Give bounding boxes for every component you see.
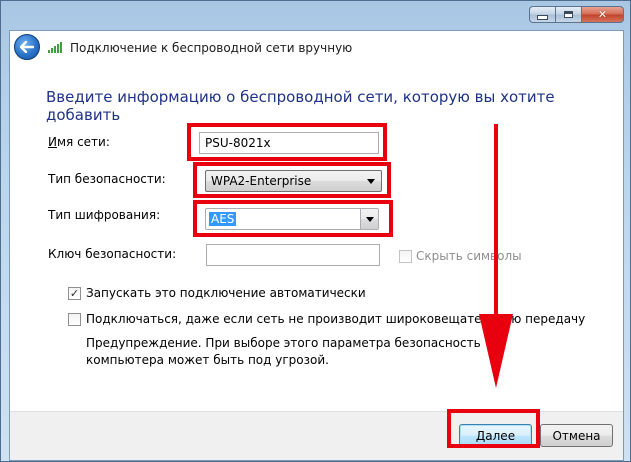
close-icon: ✕	[597, 8, 608, 21]
maximize-icon	[564, 11, 573, 18]
checkmark-icon: ✓	[69, 286, 80, 300]
dialog-client: Подключение к беспроводной сети вручную …	[9, 30, 624, 461]
maximize-button[interactable]	[555, 6, 581, 23]
annotation-arrow-line	[494, 124, 498, 336]
dialog-header: Подключение к беспроводной сети вручную	[10, 31, 623, 65]
auto-connect-checkbox[interactable]: ✓	[68, 287, 81, 300]
cancel-button[interactable]: Отмена	[540, 424, 613, 447]
security-type-label: Тип безопасности:	[48, 172, 166, 186]
hide-characters-label: Скрыть символы	[416, 249, 522, 263]
network-name-label: Имя сети:	[48, 135, 110, 149]
encryption-type-label: Тип шифрования:	[48, 208, 161, 222]
window-frame: ✕ Подключение к беспроводной сети вручну…	[0, 0, 631, 462]
security-key-input[interactable]	[206, 244, 380, 266]
caption-buttons: ✕	[529, 6, 624, 23]
annotation-arrow-head	[479, 314, 513, 388]
window-title: Подключение к беспроводной сети вручную	[70, 41, 353, 55]
page-heading: Введите информацию о беспроводной сети, …	[46, 88, 555, 124]
minimize-button[interactable]	[529, 6, 555, 23]
close-button[interactable]: ✕	[581, 6, 624, 23]
auto-connect-label: Запускать это подключение автоматически	[86, 286, 366, 300]
hide-characters-checkbox[interactable]	[399, 250, 412, 263]
annotation-box-next	[447, 409, 540, 448]
annotation-box-security-type	[193, 162, 391, 198]
annotation-box-encryption-type	[193, 200, 393, 237]
back-arrow-icon	[20, 41, 34, 53]
minimize-icon	[537, 15, 548, 20]
security-key-label: Ключ безопасности:	[48, 247, 177, 261]
dialog-footer: Далее Отмена	[10, 409, 623, 460]
network-name-label-text: мя сети:	[56, 135, 110, 149]
annotation-box-network-name	[187, 123, 387, 161]
wireless-signal-icon	[48, 41, 66, 53]
back-button[interactable]	[14, 34, 40, 60]
connect-hidden-checkbox[interactable]	[68, 313, 81, 326]
